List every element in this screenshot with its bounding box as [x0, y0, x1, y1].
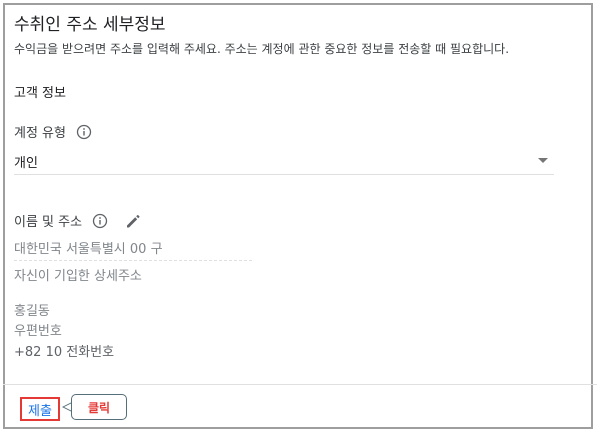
footer-divider — [3, 384, 597, 385]
phone-number: +82 10 전화번호 — [14, 345, 115, 360]
name-address-label-row: 이름 및 주소 — [14, 211, 142, 230]
address-line-2: 자신이 기입한 상세주소 — [14, 269, 142, 284]
name-address-label: 이름 및 주소 — [14, 215, 83, 230]
pencil-icon[interactable] — [124, 212, 142, 230]
account-type-value: 개인 — [14, 156, 38, 171]
account-type-label: 계정 유형 — [14, 126, 66, 141]
click-callout: 클릭 — [71, 394, 127, 420]
info-icon[interactable] — [76, 124, 92, 140]
info-icon[interactable] — [92, 213, 108, 229]
caret-down-icon — [538, 158, 548, 163]
panel-description: 수익금을 받으려면 주소를 입력해 주세요. 주소는 계정에 관한 중요한 정보… — [14, 42, 510, 56]
section-title-customer-info: 고객 정보 — [14, 86, 66, 101]
account-type-label-row: 계정 유형 — [14, 122, 92, 141]
recipient-name: 홍길동 — [14, 304, 50, 319]
panel-title: 수취인 주소 세부정보 — [14, 15, 166, 35]
account-type-select[interactable]: 개인 — [14, 148, 554, 175]
address-line-1: 대한민국 서울특별시 00 구 — [14, 238, 252, 261]
postal-code: 우편번호 — [14, 324, 62, 339]
submit-button[interactable]: 제출 — [20, 397, 60, 421]
